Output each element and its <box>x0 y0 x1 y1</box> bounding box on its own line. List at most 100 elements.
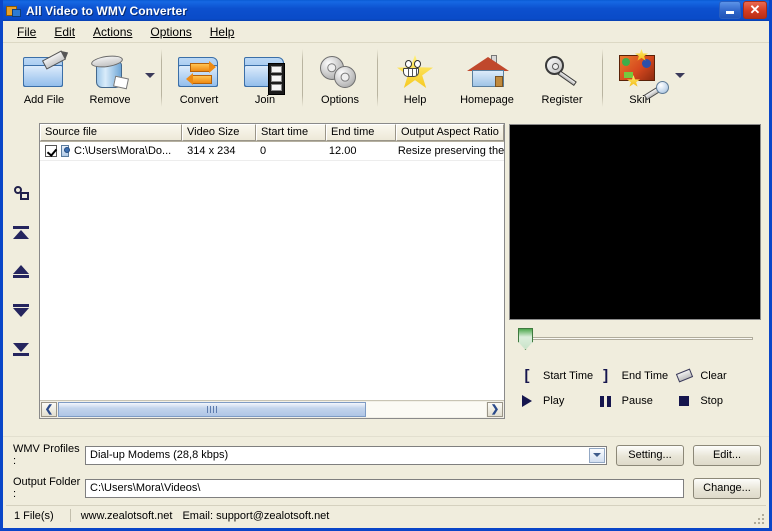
scrollbar-thumb[interactable] <box>58 402 367 417</box>
move-to-bottom-button[interactable] <box>10 339 32 359</box>
stop-button[interactable]: Stop <box>676 395 755 407</box>
row-checkbox[interactable] <box>45 145 57 157</box>
folder-pencil-icon <box>21 47 67 93</box>
list-order-toolbar <box>3 121 39 436</box>
slider-thumb[interactable] <box>518 328 533 350</box>
main-content: Source file Video Size Start time End ti… <box>3 121 769 436</box>
move-up-icon <box>13 264 29 278</box>
application-window: All Video to WMV Converter ✕ File Edit A… <box>0 0 772 531</box>
house-icon <box>464 47 510 93</box>
cell-video-size: 314 x 234 <box>187 145 236 157</box>
table-row[interactable]: C:\Users\Mora\Do... 314 x 234 0 12.00 Re… <box>40 142 504 161</box>
pause-icon <box>598 395 614 407</box>
cell-output-aspect-ratio: Resize preserving the <box>397 145 505 157</box>
output-folder-row: Output Folder : C:\Users\Mora\Videos\ Ch… <box>13 476 761 500</box>
play-icon <box>519 395 535 407</box>
move-to-bottom-icon <box>13 342 29 356</box>
play-button[interactable]: Play <box>519 395 598 407</box>
convert-label: Convert <box>179 94 219 106</box>
cell-start-time: 0 <box>260 145 267 157</box>
file-count-status: 1 File(s) <box>14 509 54 522</box>
bracket-right-icon: ] <box>603 367 609 384</box>
move-down-button[interactable] <box>10 300 32 320</box>
toolbar-separator-3 <box>377 49 378 107</box>
slider-track[interactable] <box>527 337 753 340</box>
column-header-source-file[interactable]: Source file <box>40 124 182 141</box>
menu-help[interactable]: Help <box>201 23 244 41</box>
file-properties-button[interactable] <box>10 183 32 203</box>
video-preview[interactable] <box>509 124 761 320</box>
profiles-label: WMV Profiles : <box>13 443 80 467</box>
change-button[interactable]: Change... <box>693 477 761 499</box>
gears-icon <box>317 47 363 93</box>
edit-button[interactable]: Edit... <box>693 444 761 466</box>
window-title: All Video to WMV Converter <box>26 3 188 18</box>
column-header-output-aspect-ratio[interactable]: Output Aspect Ratio <box>396 124 504 141</box>
menu-help-label: Help <box>209 24 235 39</box>
skin-wand-icon <box>617 47 669 101</box>
column-header-video-size[interactable]: Video Size <box>182 124 256 141</box>
pause-button[interactable]: Pause <box>598 395 677 407</box>
remove-label: Remove <box>89 94 131 106</box>
menu-bar: File Edit Actions Options Help <box>3 21 769 43</box>
scroll-left-button[interactable]: ❮ <box>41 402 57 417</box>
website-link[interactable]: www.zealotsoft.net <box>81 510 173 522</box>
add-file-label: Add File <box>23 94 65 106</box>
scroll-right-button[interactable]: ❯ <box>487 402 503 417</box>
toolbar-separator <box>161 49 162 107</box>
output-settings: WMV Profiles : Dial-up Modems (28,8 kbps… <box>3 436 769 500</box>
menu-actions[interactable]: Actions <box>84 23 141 41</box>
stop-label: Stop <box>700 395 723 407</box>
close-button[interactable]: ✕ <box>743 1 767 19</box>
menu-edit-label: Edit <box>54 24 76 39</box>
start-time-button[interactable]: [ Start Time <box>519 368 598 383</box>
title-bar: All Video to WMV Converter ✕ <box>3 0 769 21</box>
menu-edit[interactable]: Edit <box>45 23 84 41</box>
wmv-profiles-select[interactable]: Dial-up Modems (28,8 kbps) <box>85 445 607 465</box>
email-link[interactable]: Email: support@zealotsoft.net <box>172 510 329 522</box>
skin-dropdown-button[interactable] <box>673 43 687 117</box>
output-folder-value: C:\Users\Mora\Videos\ <box>90 482 201 494</box>
end-time-label: End Time <box>621 369 669 382</box>
column-header-end-time[interactable]: End time <box>326 124 396 141</box>
register-button[interactable]: Register <box>526 43 598 117</box>
move-to-top-button[interactable] <box>10 222 32 242</box>
setting-button[interactable]: Setting... <box>616 444 684 466</box>
remove-button[interactable]: Remove <box>77 43 143 117</box>
toolbar-separator-2 <box>302 49 303 107</box>
resize-grip-icon[interactable] <box>752 512 764 524</box>
column-header-start-time[interactable]: Start time <box>256 124 326 141</box>
folder-convert-arrows-icon <box>176 47 222 93</box>
skin-button[interactable]: Skin <box>607 43 673 117</box>
help-label: Help <box>403 94 427 106</box>
start-time-label: Start Time <box>543 369 594 382</box>
menu-options[interactable]: Options <box>141 23 200 41</box>
add-file-button[interactable]: Add File <box>11 43 77 117</box>
move-up-button[interactable] <box>10 261 32 281</box>
register-label: Register <box>541 94 583 106</box>
key-icon <box>539 47 585 93</box>
output-folder-input[interactable]: C:\Users\Mora\Videos\ <box>85 478 684 498</box>
toolbar: Add File Remove Convert Join Options Hel… <box>3 43 769 121</box>
join-label: Join <box>254 94 276 106</box>
menu-file[interactable]: File <box>8 23 45 41</box>
convert-button[interactable]: Convert <box>166 43 232 117</box>
horizontal-scrollbar[interactable]: ❮ ❯ <box>40 400 504 418</box>
output-folder-label: Output Folder : <box>13 476 81 500</box>
clear-button[interactable]: Clear <box>675 368 755 383</box>
help-button[interactable]: Help <box>382 43 448 117</box>
homepage-button[interactable]: Homepage <box>448 43 526 117</box>
chevron-down-icon[interactable] <box>589 447 605 463</box>
end-time-button[interactable]: ] End Time <box>598 368 677 383</box>
seek-slider[interactable] <box>509 320 761 360</box>
cell-end-time: 12.00 <box>328 145 357 157</box>
scrollbar-track[interactable] <box>58 402 486 417</box>
preview-panel: [ Start Time ] End Time Clear Play Pause… <box>505 121 769 436</box>
join-button[interactable]: Join <box>232 43 298 117</box>
remove-dropdown-button[interactable] <box>143 43 157 117</box>
menu-actions-label: Actions <box>93 24 133 39</box>
toolbar-separator-4 <box>602 49 603 107</box>
options-button[interactable]: Options <box>307 43 373 117</box>
file-list[interactable]: Source file Video Size Start time End ti… <box>39 123 505 419</box>
minimize-button[interactable] <box>719 1 741 19</box>
